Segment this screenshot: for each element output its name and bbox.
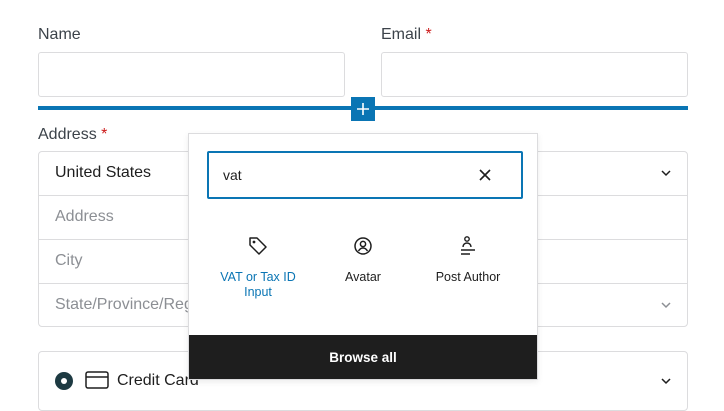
chevron-down-icon	[661, 302, 671, 309]
block-result-avatar[interactable]: Avatar	[313, 234, 413, 285]
chevron-down-icon[interactable]	[659, 374, 673, 388]
payment-radio[interactable]	[55, 372, 73, 390]
name-input[interactable]	[38, 52, 345, 97]
user-circle-icon	[354, 237, 372, 255]
close-icon[interactable]	[477, 167, 493, 183]
credit-card-label: Credit Card	[117, 372, 199, 389]
block-result-post-author[interactable]: Post Author	[418, 234, 518, 285]
country-value: United States	[55, 164, 152, 181]
block-result-label: VAT or Tax ID Input	[220, 270, 296, 299]
browse-all-button[interactable]: Browse all	[189, 335, 537, 379]
tag-icon	[249, 237, 267, 255]
block-result-label: Avatar	[345, 270, 381, 284]
search-value: vat	[223, 167, 242, 183]
block-result-vat-tax-id[interactable]: VAT or Tax ID Input	[208, 234, 308, 300]
email-label: Email *	[381, 26, 432, 43]
add-block-button[interactable]	[351, 97, 375, 121]
chevron-down-icon	[661, 170, 671, 177]
email-input[interactable]	[381, 52, 688, 97]
post-author-icon	[461, 236, 475, 255]
credit-card-icon	[85, 371, 109, 389]
city-placeholder: City	[55, 252, 83, 269]
block-search-input[interactable]: vat	[207, 151, 523, 199]
required-mark: *	[101, 126, 108, 143]
address-placeholder: Address	[55, 208, 114, 225]
plus-icon	[357, 103, 369, 115]
address-label: Address *	[38, 126, 108, 143]
required-mark: *	[425, 26, 432, 43]
block-result-label: Post Author	[435, 270, 501, 284]
block-inserter-popover: vat VAT or Tax ID Input Avatar Post Auth…	[188, 133, 538, 380]
name-label: Name	[38, 26, 81, 43]
